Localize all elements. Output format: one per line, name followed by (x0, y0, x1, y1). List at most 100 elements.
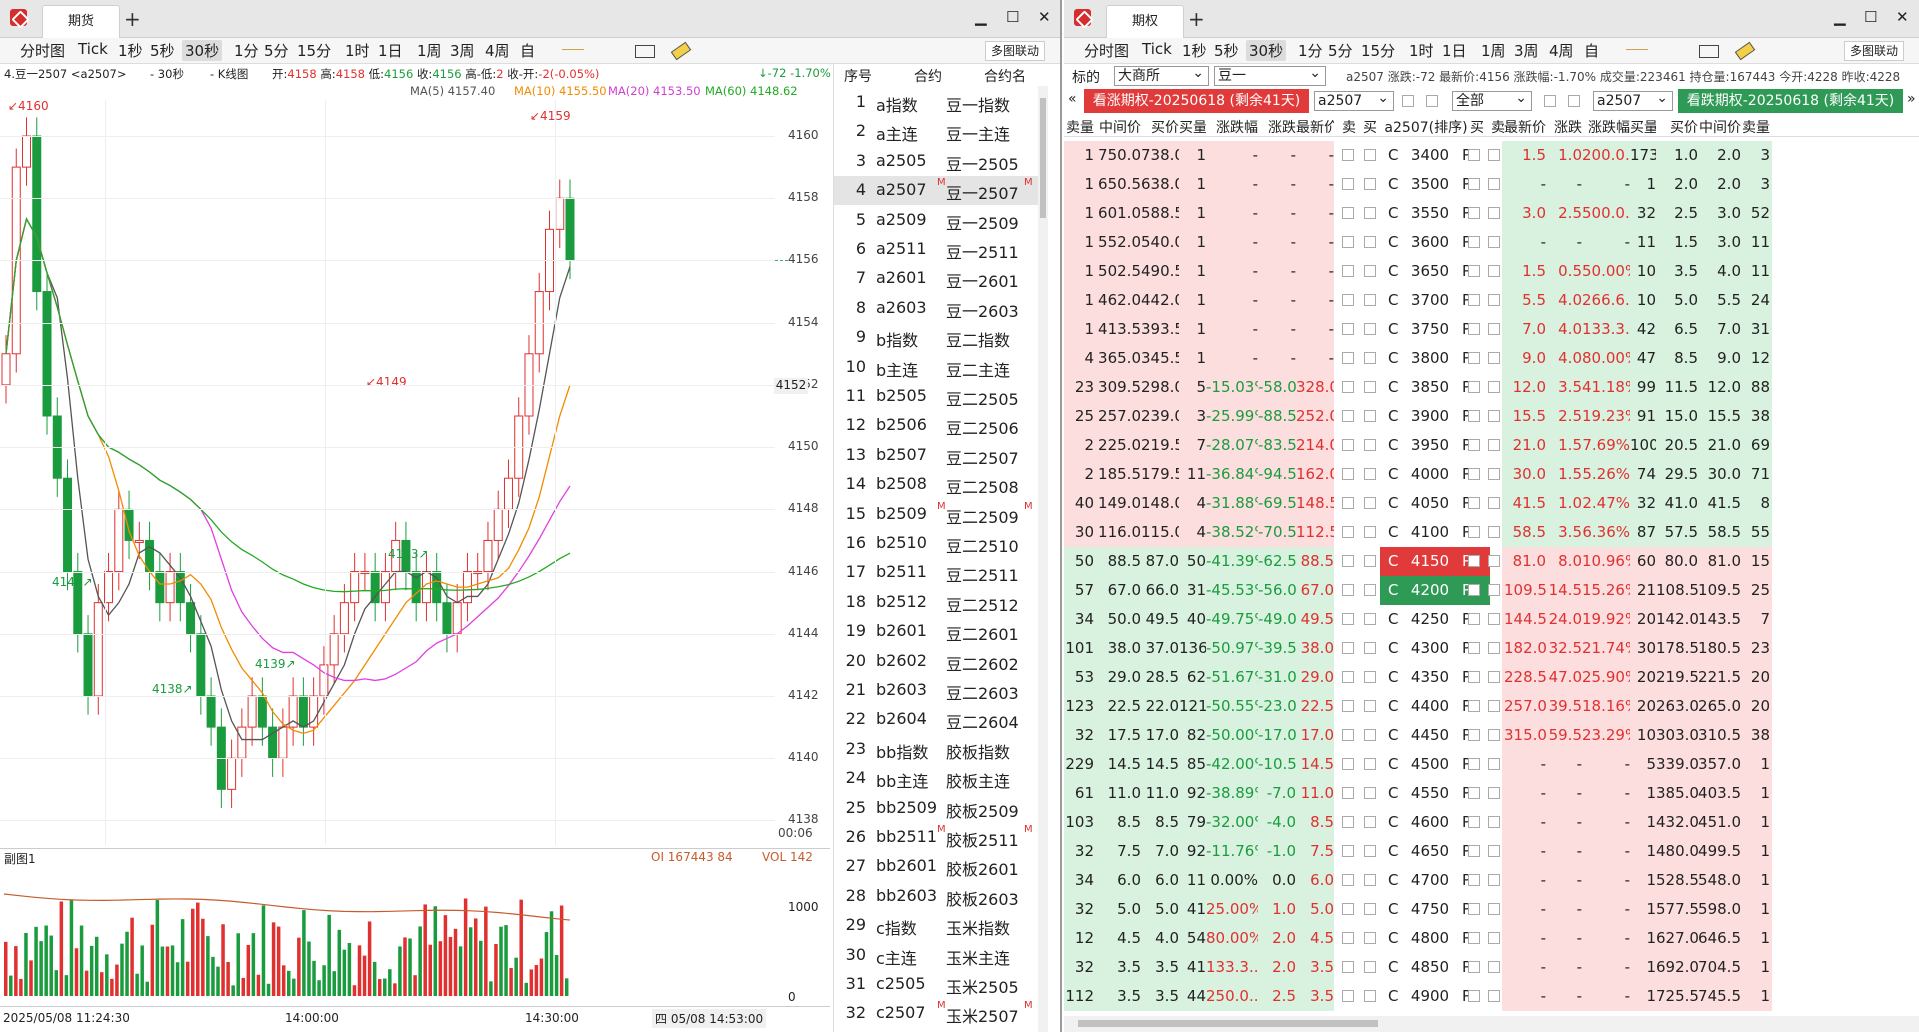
list-item[interactable]: 18 b2512 豆二2512 (834, 588, 1048, 617)
call-sell-checkbox[interactable] (1342, 497, 1354, 509)
list-item[interactable]: 24 bb主连 胶板主连 (834, 764, 1048, 793)
period-5[interactable]: 1分 (1298, 40, 1323, 61)
option-row[interactable]: 6111.011.092-38.89%-7.011.0C4550P---1385… (1064, 779, 1919, 808)
put-buy-checkbox[interactable] (1468, 584, 1480, 596)
option-row[interactable]: 327.57.092-11.76%-1.07.5C4650P---1480.04… (1064, 837, 1919, 866)
put-buy-checkbox[interactable] (1468, 874, 1480, 886)
put-sell-checkbox[interactable] (1488, 816, 1500, 828)
put-checkbox-buy[interactable] (1544, 95, 1556, 107)
call-buy-checkbox[interactable] (1364, 526, 1376, 538)
list-item[interactable]: 17 b2511 豆二2511 (834, 558, 1048, 587)
call-buy-checkbox[interactable] (1364, 468, 1376, 480)
period-2[interactable]: 1秒 (118, 40, 143, 61)
put-sell-checkbox[interactable] (1488, 207, 1500, 219)
put-sell-checkbox[interactable] (1488, 613, 1500, 625)
call-buy-checkbox[interactable] (1364, 787, 1376, 799)
list-item[interactable]: 23 bb指数 胶板指数 (834, 735, 1048, 764)
period-13[interactable]: 自 (1584, 40, 1599, 61)
contract-select-left[interactable]: a2507 (1314, 89, 1394, 111)
list-item[interactable]: 15 b2509 豆二2509 M M (834, 500, 1048, 529)
period-4[interactable]: 30秒 (182, 40, 223, 61)
line-tool-icon[interactable] (1626, 49, 1648, 50)
call-sell-checkbox[interactable] (1342, 787, 1354, 799)
call-buy-checkbox[interactable] (1364, 584, 1376, 596)
put-buy-checkbox[interactable] (1468, 845, 1480, 857)
put-sell-checkbox[interactable] (1488, 961, 1500, 973)
put-sell-checkbox[interactable] (1488, 294, 1500, 306)
call-sell-checkbox[interactable] (1342, 729, 1354, 741)
period-4[interactable]: 30秒 (1246, 40, 1287, 61)
put-buy-checkbox[interactable] (1468, 178, 1480, 190)
col-header-strike[interactable]: a2507(排序) (1380, 117, 1472, 137)
list-item[interactable]: 3 a2505 豆一2505 (834, 147, 1048, 176)
call-buy-checkbox[interactable] (1364, 961, 1376, 973)
options-h-scroll-thumb[interactable] (1078, 1020, 1378, 1027)
list-item[interactable]: 5 a2509 豆一2509 (834, 206, 1048, 235)
call-buy-checkbox[interactable] (1364, 816, 1376, 828)
put-sell-checkbox[interactable] (1488, 990, 1500, 1002)
call-sell-checkbox[interactable] (1342, 584, 1354, 596)
put-buy-checkbox[interactable] (1468, 497, 1480, 509)
call-sell-checkbox[interactable] (1342, 874, 1354, 886)
option-row[interactable]: 1650.5638.01---C3500P---12.02.03 (1064, 170, 1919, 199)
put-buy-checkbox[interactable] (1468, 526, 1480, 538)
put-buy-checkbox[interactable] (1468, 642, 1480, 654)
contract-select-right[interactable]: a2507 (1593, 89, 1673, 111)
option-row[interactable]: 1750.0738.01---C3400P1.51.0200.0...1731.… (1064, 141, 1919, 170)
option-row[interactable]: 4365.0345.51---C3800P9.04.080.00%478.59.… (1064, 344, 1919, 373)
list-item[interactable]: 16 b2510 豆二2510 (834, 529, 1048, 558)
call-buy-checkbox[interactable] (1364, 555, 1376, 567)
option-row[interactable]: 23309.5298.05-15.03%-58.0328.0C3850P12.0… (1064, 373, 1919, 402)
call-buy-checkbox[interactable] (1364, 990, 1376, 1002)
call-sell-checkbox[interactable] (1342, 323, 1354, 335)
call-sell-checkbox[interactable] (1342, 265, 1354, 277)
call-buy-checkbox[interactable] (1364, 932, 1376, 944)
put-buy-checkbox[interactable] (1468, 961, 1480, 973)
call-sell-checkbox[interactable] (1342, 613, 1354, 625)
kline-chart[interactable]: ↙4160 ↙4159 ↙4149 4143↗ 4142↗ 4139↗ 4138↗ (0, 100, 830, 845)
period-8[interactable]: 1时 (1409, 40, 1434, 61)
put-buy-checkbox[interactable] (1468, 671, 1480, 683)
call-sell-checkbox[interactable] (1342, 903, 1354, 915)
put-buy-checkbox[interactable] (1468, 729, 1480, 741)
put-buy-checkbox[interactable] (1468, 294, 1480, 306)
option-row[interactable]: 2185.5179.511-36.84%-94.5162.0C4000P30.0… (1064, 460, 1919, 489)
option-row[interactable]: 5088.587.050-41.39%-62.588.5C4150P81.08.… (1064, 547, 1919, 576)
put-buy-checkbox[interactable] (1468, 990, 1480, 1002)
list-item[interactable]: 25 bb2509 胶板2509 (834, 794, 1048, 823)
put-sell-checkbox[interactable] (1488, 555, 1500, 567)
option-row[interactable]: 5329.028.562-51.67%-31.029.0C4350P228.54… (1064, 663, 1919, 692)
call-buy-checkbox[interactable] (1364, 874, 1376, 886)
period-3[interactable]: 5秒 (150, 40, 175, 61)
option-row[interactable]: 12 4.5 4.0 54 80.00% 2.0 4.5 C 4800 P - - -1 627.0 646… (1064, 924, 1919, 953)
period-9[interactable]: 1日 (1442, 40, 1467, 61)
list-item[interactable]: 4 a2507 豆一2507 M M (834, 176, 1048, 206)
put-sell-checkbox[interactable] (1488, 381, 1500, 393)
call-buy-checkbox[interactable] (1364, 149, 1376, 161)
put-buy-checkbox[interactable] (1468, 207, 1480, 219)
option-row[interactable]: 1601.0588.51---C3550P3.02.5500.0...322.5… (1064, 199, 1919, 228)
period-2[interactable]: 1秒 (1182, 40, 1207, 61)
put-sell-checkbox[interactable] (1488, 178, 1500, 190)
options-h-scrollbar[interactable] (1064, 1016, 1919, 1032)
call-sell-checkbox[interactable] (1342, 207, 1354, 219)
close-icon-right[interactable]: ✕ (1896, 8, 1909, 26)
next-icon[interactable]: » (1907, 91, 1916, 107)
call-sell-checkbox[interactable] (1342, 700, 1354, 712)
put-sell-checkbox[interactable] (1488, 729, 1500, 741)
call-buy-checkbox[interactable] (1364, 439, 1376, 451)
call-buy-checkbox[interactable] (1364, 497, 1376, 509)
call-buy-checkbox[interactable] (1364, 758, 1376, 770)
put-buy-checkbox[interactable] (1468, 410, 1480, 422)
call-buy-checkbox[interactable] (1364, 700, 1376, 712)
list-item[interactable]: 30 c主连 玉米主连 (834, 941, 1048, 970)
put-sell-checkbox[interactable] (1488, 903, 1500, 915)
put-buy-checkbox[interactable] (1468, 149, 1480, 161)
option-row[interactable]: 32 3.5 3.5 41 133.3... 2.0 3.5 C 4850 P - - -1 692.0 7… (1064, 953, 1919, 982)
option-row[interactable]: 32 5.0 5.0 41 25.00% 1.0 5.0 C 4750 P - - -1 577.5 598… (1064, 895, 1919, 924)
put-sell-checkbox[interactable] (1488, 671, 1500, 683)
put-sell-checkbox[interactable] (1488, 497, 1500, 509)
period-7[interactable]: 15分 (297, 40, 331, 61)
call-checkbox-sell[interactable] (1402, 95, 1414, 107)
option-row[interactable]: 22914.514.585-42.00%-10.514.5C4500P---53… (1064, 750, 1919, 779)
